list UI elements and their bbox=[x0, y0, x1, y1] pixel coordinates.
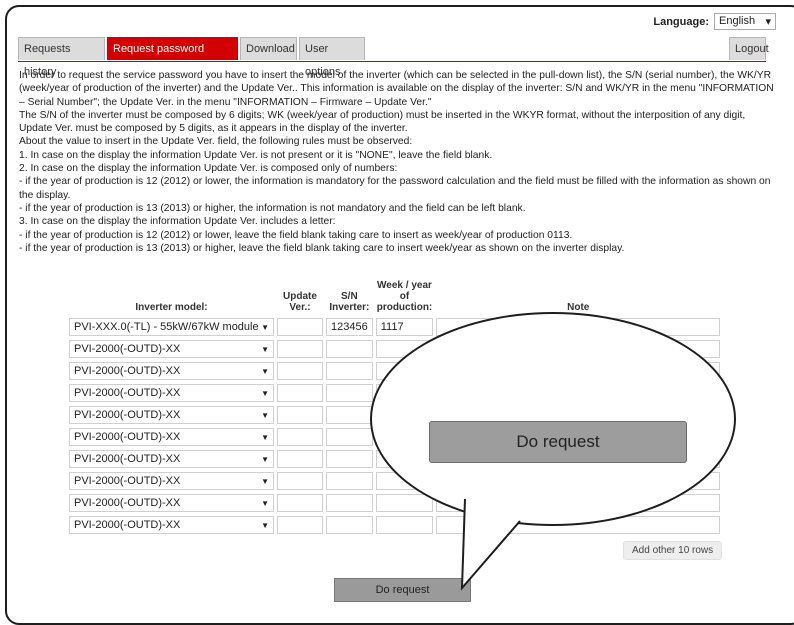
callout-tail bbox=[460, 497, 521, 591]
callout-do-request-button[interactable]: Do request bbox=[429, 421, 687, 463]
